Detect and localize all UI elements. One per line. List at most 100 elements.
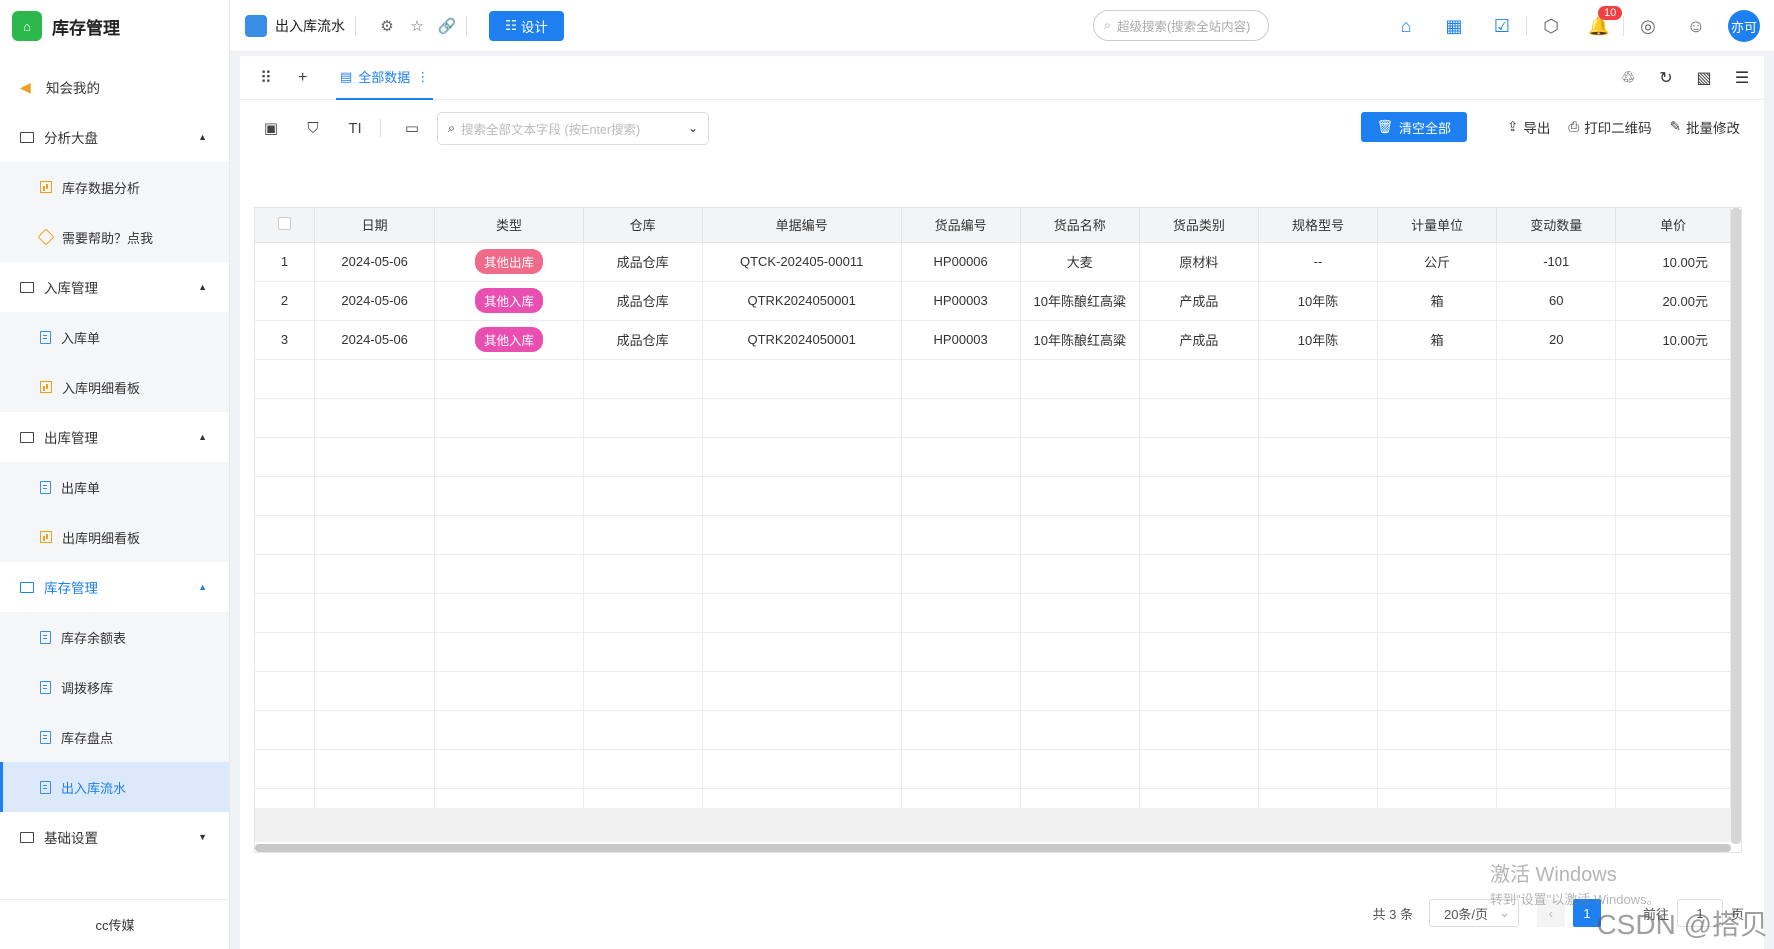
cell-qty: -101 (1496, 242, 1617, 282)
cell-item-no: HP00003 (901, 320, 1021, 360)
sidebar-group-label: 分析大盘 (44, 131, 98, 146)
select-all-checkbox[interactable] (255, 208, 316, 243)
sidebar-item-label: 库存盘点 (61, 730, 114, 746)
sidebar-group-analysis[interactable]: 分析大盘 ▲ (0, 112, 229, 162)
compass-icon[interactable]: ◎ (1637, 15, 1659, 37)
sidebar-item-outbound-board[interactable]: 出库明细看板 (0, 512, 229, 562)
empty-row (255, 749, 1731, 789)
view-tabs: ⠿ + ▤ 全部数据 ⋮ ♲ ↻ ▧ ☰ (240, 56, 1764, 100)
column-header[interactable]: 日期 (314, 208, 436, 243)
support-icon[interactable]: ☺ (1685, 15, 1707, 37)
hexagon-icon[interactable]: ⬡ (1540, 15, 1562, 37)
document-icon (40, 480, 51, 494)
column-header[interactable]: 规格型号 (1258, 208, 1379, 243)
home-icon[interactable]: ⌂ (1395, 15, 1417, 37)
search-icon: ⌕ (448, 120, 456, 135)
star-icon[interactable]: ☆ (408, 17, 426, 35)
cell-spec: -- (1258, 242, 1379, 282)
column-header[interactable]: 货品编号 (901, 208, 1021, 243)
column-header[interactable]: 计量单位 (1377, 208, 1498, 243)
sidebar-item-inbound-doc[interactable]: 入库单 (0, 312, 229, 362)
sidebar-group-settings[interactable]: 基础设置 ▼ (0, 812, 229, 862)
column-header[interactable]: 货品名称 (1020, 208, 1140, 243)
folder-icon (20, 831, 34, 843)
sidebar-group-label: 基础设置 (44, 831, 98, 846)
empty-row (255, 398, 1731, 438)
column-header[interactable]: 仓库 (583, 208, 703, 243)
table-row[interactable]: 3 2024-05-06 其他入库 成品仓库 QTRK2024050001 HP… (255, 320, 1731, 360)
cell-date: 2024-05-06 (314, 242, 436, 282)
drag-handle-icon[interactable]: ⠿ (260, 68, 278, 88)
sidebar-submenu: 入库单 入库明细看板 (0, 312, 229, 412)
recycle-icon[interactable]: ♲ (1618, 68, 1638, 88)
column-header[interactable]: 单据编号 (702, 208, 902, 243)
column-header[interactable]: 货品类别 (1139, 208, 1259, 243)
cell-category: 原材料 (1139, 242, 1259, 282)
sidebar-group-inventory[interactable]: 库存管理 ▲ (0, 562, 229, 612)
column-header[interactable]: 单价 (1615, 208, 1731, 243)
bell-icon[interactable]: 🔔 10 (1588, 6, 1623, 37)
sidebar-item-stock-analysis[interactable]: 库存数据分析 (0, 162, 229, 212)
global-search-input[interactable]: ⌕ 超级搜索(搜索全站内容) (1093, 10, 1269, 41)
field-config-icon[interactable]: ▣ (260, 119, 282, 137)
filter-list-icon[interactable]: ☰ (1732, 68, 1752, 88)
sidebar-group-inbound[interactable]: 入库管理 ▲ (0, 262, 229, 312)
tag-icon (37, 228, 55, 246)
csdn-watermark: CSDN @搭贝 (1596, 909, 1768, 940)
cell-doc-no: QTCK-202405-00011 (702, 242, 902, 282)
add-view-icon[interactable]: + (298, 69, 316, 87)
cell-category: 产成品 (1139, 320, 1259, 360)
sidebar-item-balance[interactable]: 库存余额表 (0, 612, 229, 662)
sidebar-item-transfer[interactable]: 调拨移库 (0, 662, 229, 712)
design-label: 设计 (520, 19, 548, 35)
sidebar-item-label: 库存数据分析 (62, 180, 141, 196)
table-row[interactable]: 1 2024-05-06 其他出库 成品仓库 QTCK-202405-00011… (255, 242, 1731, 282)
text-size-icon[interactable]: TI (344, 120, 366, 137)
sidebar-item-outbound-doc[interactable]: 出库单 (0, 462, 229, 512)
gear-icon[interactable]: ⚙ (378, 17, 396, 35)
column-header[interactable]: 类型 (434, 208, 584, 243)
cell-qty: 20 (1496, 320, 1617, 360)
cell-category: 产成品 (1139, 281, 1259, 321)
export-button[interactable]: ⇪ 导出 (1507, 117, 1550, 137)
sidebar-item-label: 出库单 (61, 480, 101, 496)
type-badge: 其他入库 (474, 288, 543, 313)
print-qr-button[interactable]: ⎙ 打印二维码 (1568, 117, 1651, 137)
row-index: 1 (255, 242, 316, 282)
sidebar-group-outbound[interactable]: 出库管理 ▲ (0, 412, 229, 462)
calendar-icon[interactable]: ▭ (401, 119, 423, 137)
sidebar-item-inbound-board[interactable]: 入库明细看板 (0, 362, 229, 412)
tab-all-data[interactable]: ▤ 全部数据 ⋮ (336, 56, 434, 100)
apps-icon[interactable]: ▦ (1443, 15, 1465, 37)
refresh-icon[interactable]: ↻ (1656, 68, 1676, 88)
sidebar-item-label: 库存余额表 (61, 630, 127, 646)
chevron-down-icon[interactable]: ⌄ (688, 121, 698, 135)
design-button[interactable]: ☷ 设计 (489, 10, 564, 41)
horizontal-scrollbar[interactable] (255, 844, 1731, 852)
vertical-scrollbar[interactable] (1731, 208, 1741, 844)
sidebar-item-stocktake[interactable]: 库存盘点 (0, 712, 229, 762)
brand[interactable]: ⌂ 库存管理 (0, 0, 229, 52)
clear-all-button[interactable]: 🗑 清空全部 (1360, 112, 1468, 142)
divider (466, 15, 467, 36)
sidebar-footer[interactable]: cc传媒 (0, 899, 230, 949)
cell-doc-no: QTRK2024050001 (702, 281, 902, 321)
more-vert-icon[interactable]: ⋮ (416, 69, 429, 85)
avatar[interactable]: 亦可 (1728, 10, 1760, 42)
batch-edit-button[interactable]: ✎ 批量修改 (1670, 117, 1740, 137)
filter-icon[interactable]: ⛉ (302, 120, 324, 137)
sidebar-submenu: 库存余额表 调拨移库 库存盘点 出入库流水 (0, 612, 229, 812)
link-icon[interactable]: 🔗 (438, 17, 457, 35)
table-search-input[interactable]: ⌕ 搜索全部文本字段 (按Enter搜索) ⌄ (437, 111, 709, 145)
page-title: 出入库流水 (275, 17, 345, 34)
divider (1526, 16, 1527, 36)
table-row[interactable]: 2 2024-05-06 其他入库 成品仓库 QTRK2024050001 HP… (255, 281, 1731, 321)
column-header[interactable]: 变动数量 (1496, 208, 1617, 243)
chevron-up-icon: ▲ (198, 582, 207, 592)
sidebar-item-notify[interactable]: ◀ 知会我的 (0, 62, 229, 112)
cell-price: 10.00元 (1615, 242, 1731, 282)
report-icon[interactable]: ▧ (1694, 68, 1714, 88)
sidebar-item-flow[interactable]: 出入库流水 (0, 762, 229, 812)
todo-icon[interactable]: ☑ (1491, 15, 1513, 37)
sidebar-item-help[interactable]: 需要帮助？点我 (0, 212, 229, 262)
